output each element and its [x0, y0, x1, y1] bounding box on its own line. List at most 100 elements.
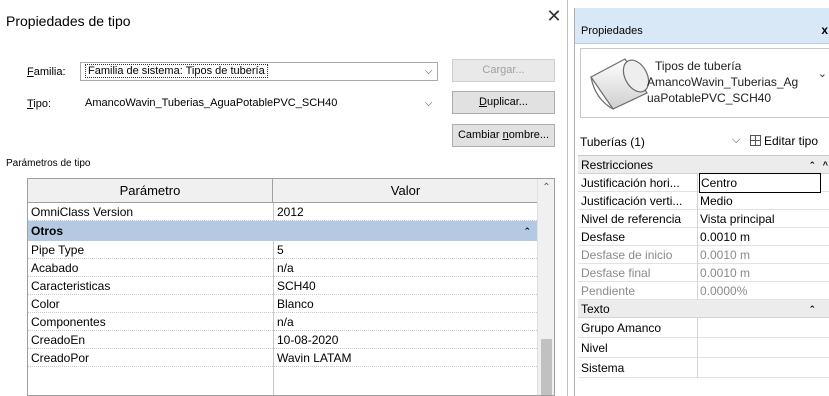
table-row[interactable]: Acabado n/a	[28, 259, 537, 277]
instance-properties-table: Restricciones ⌃ ^ Justificación hori... …	[578, 155, 829, 396]
column-separator	[697, 246, 698, 264]
property-name: Nivel	[581, 341, 608, 355]
section-restricciones[interactable]: Restricciones ⌃ ^	[578, 156, 829, 174]
familia-label: Familia:	[27, 66, 66, 78]
property-name: Desfase de inicio	[581, 248, 673, 262]
close-icon[interactable]: ✕	[544, 6, 564, 26]
param-name: CreadoPor	[31, 351, 90, 365]
edit-type-button[interactable]: Editar tipo	[750, 134, 818, 148]
table-row[interactable]: Componentes n/a	[28, 313, 537, 331]
property-row: Desfase final 0.0010 m	[578, 264, 829, 282]
category-selector[interactable]: Tuberías (1)	[580, 135, 645, 149]
table-header: Parámetro Valor	[28, 179, 537, 203]
scroll-up-icon[interactable]: ^	[823, 156, 828, 174]
type-family-name: Tipos de tubería	[655, 59, 742, 73]
param-name: Acabado	[31, 261, 79, 275]
edit-type-label: Editar tipo	[764, 134, 819, 148]
column-header-valor[interactable]: Valor	[274, 179, 537, 203]
vertical-scrollbar[interactable]: ⌃	[537, 179, 554, 395]
chevron-down-icon: ⌵	[424, 66, 433, 77]
section-label: Texto	[581, 302, 610, 316]
section-label: Parámetros de tipo	[6, 158, 91, 169]
type-name-line-2: uaPotablePVC_SCH40	[647, 91, 772, 105]
table-row[interactable]: CreadoEn 10-08-2020	[28, 331, 537, 349]
column-separator	[697, 228, 698, 246]
familia-value: Familia de sistema: Tipos de tubería	[85, 64, 268, 78]
pipe-icon	[590, 58, 650, 110]
panel-title: Propiedades	[581, 25, 643, 37]
property-row[interactable]: Sistema	[578, 358, 829, 378]
chevron-down-icon[interactable]: ⌄	[818, 67, 827, 80]
property-value: 0.0010 m	[700, 266, 751, 280]
chevron-down-icon: ⌵	[424, 98, 433, 109]
group-label: Otros	[31, 224, 64, 238]
property-name: Nivel de referencia	[581, 212, 682, 226]
column-separator	[697, 264, 698, 282]
property-row[interactable]: Grupo Amanco	[578, 318, 829, 338]
column-separator	[697, 282, 698, 300]
chevron-down-icon[interactable]: ⌵	[732, 134, 740, 147]
property-row[interactable]: Justificación verti... Medio	[578, 192, 829, 210]
group-header-otros[interactable]: Otros ⌃	[28, 221, 537, 241]
scrollbar-thumb[interactable]	[541, 339, 552, 395]
type-properties-dialog: Propiedades de tipo ✕ Familia: Familia d…	[0, 0, 568, 396]
column-header-parametro[interactable]: Parámetro	[28, 179, 273, 203]
dialog-title: Propiedades de tipo	[6, 13, 131, 29]
table-row[interactable]: OmniClass Version 2012	[28, 203, 537, 221]
table-row[interactable]: Color Blanco	[28, 295, 537, 313]
property-row[interactable]: Desfase 0.0010 m	[578, 228, 829, 246]
collapse-icon[interactable]: ⌃	[808, 156, 816, 174]
property-value[interactable]: Vista principal	[700, 210, 774, 228]
properties-panel: Propiedades x Tipos de tubería AmancoWav…	[574, 8, 829, 396]
property-row: Desfase de inicio 0.0010 m	[578, 246, 829, 264]
param-value[interactable]: n/a	[277, 259, 294, 277]
param-value[interactable]: 10-08-2020	[277, 331, 338, 349]
cargar-button[interactable]: Cargar...	[452, 59, 555, 82]
property-name: Justificación hori...	[581, 176, 680, 190]
tipo-value: AmancoWavin_Tuberias_AguaPotablePVC_SCH4…	[85, 97, 338, 109]
table-row[interactable]: Caracteristicas SCH40	[28, 277, 537, 295]
param-name: CreadoEn	[31, 333, 86, 347]
column-separator	[697, 338, 698, 358]
duplicar-button[interactable]: Duplicar...	[452, 91, 555, 114]
property-row[interactable]: Nivel de referencia Vista principal	[578, 210, 829, 228]
param-value[interactable]: n/a	[277, 313, 294, 331]
column-separator	[697, 192, 698, 210]
param-value[interactable]: Blanco	[277, 295, 314, 313]
scroll-up-icon[interactable]: ⌃	[538, 179, 554, 196]
close-icon[interactable]: x	[821, 23, 828, 37]
tipo-dropdown[interactable]: AmancoWavin_Tuberias_AguaPotablePVC_SCH4…	[80, 94, 438, 113]
property-name: Justificación verti...	[581, 194, 683, 208]
table-row[interactable]: Pipe Type 5	[28, 241, 537, 259]
property-row[interactable]: Nivel	[578, 338, 829, 358]
param-name: Caracteristicas	[31, 279, 111, 293]
property-name: Desfase final	[581, 266, 651, 280]
section-label: Restricciones	[581, 158, 654, 172]
property-row: Pendiente 0.0000%	[578, 282, 829, 300]
table-row[interactable]: CreadoPor Wavin LATAM	[28, 349, 537, 367]
param-value[interactable]: SCH40	[277, 277, 316, 295]
section-texto[interactable]: Texto ⌃	[578, 300, 829, 318]
property-value[interactable]: 0.0010 m	[700, 228, 750, 246]
param-value[interactable]: Wavin LATAM	[277, 349, 351, 367]
param-name: Pipe Type	[31, 243, 85, 257]
param-name: Color	[31, 297, 60, 311]
property-value-input[interactable]: Centro	[699, 173, 821, 193]
column-separator	[697, 210, 698, 228]
type-parameters-table: Parámetro Valor OmniClass Version 2012 O…	[27, 178, 555, 396]
property-value[interactable]: Medio	[700, 192, 733, 210]
param-value[interactable]: 2012	[277, 203, 304, 221]
param-value[interactable]: 5	[277, 241, 284, 259]
edit-type-icon	[750, 135, 761, 146]
type-name-line-1: AmancoWavin_Tuberias_Ag	[647, 75, 799, 89]
collapse-icon[interactable]: ⌃	[808, 300, 816, 318]
property-value: 0.0000%	[700, 284, 748, 298]
collapse-icon[interactable]: ⌃	[523, 221, 531, 241]
cambiar-nombre-button[interactable]: Cambiar nombre...	[452, 124, 555, 147]
property-name: Desfase	[581, 230, 626, 244]
property-name: Grupo Amanco	[581, 321, 662, 335]
param-name: Componentes	[31, 315, 106, 329]
property-row[interactable]: Justificación hori... Centro	[578, 173, 829, 193]
type-selector[interactable]: Tipos de tubería AmancoWavin_Tuberias_Ag…	[580, 48, 829, 118]
familia-dropdown[interactable]: Familia de sistema: Tipos de tubería ⌵	[80, 62, 438, 81]
